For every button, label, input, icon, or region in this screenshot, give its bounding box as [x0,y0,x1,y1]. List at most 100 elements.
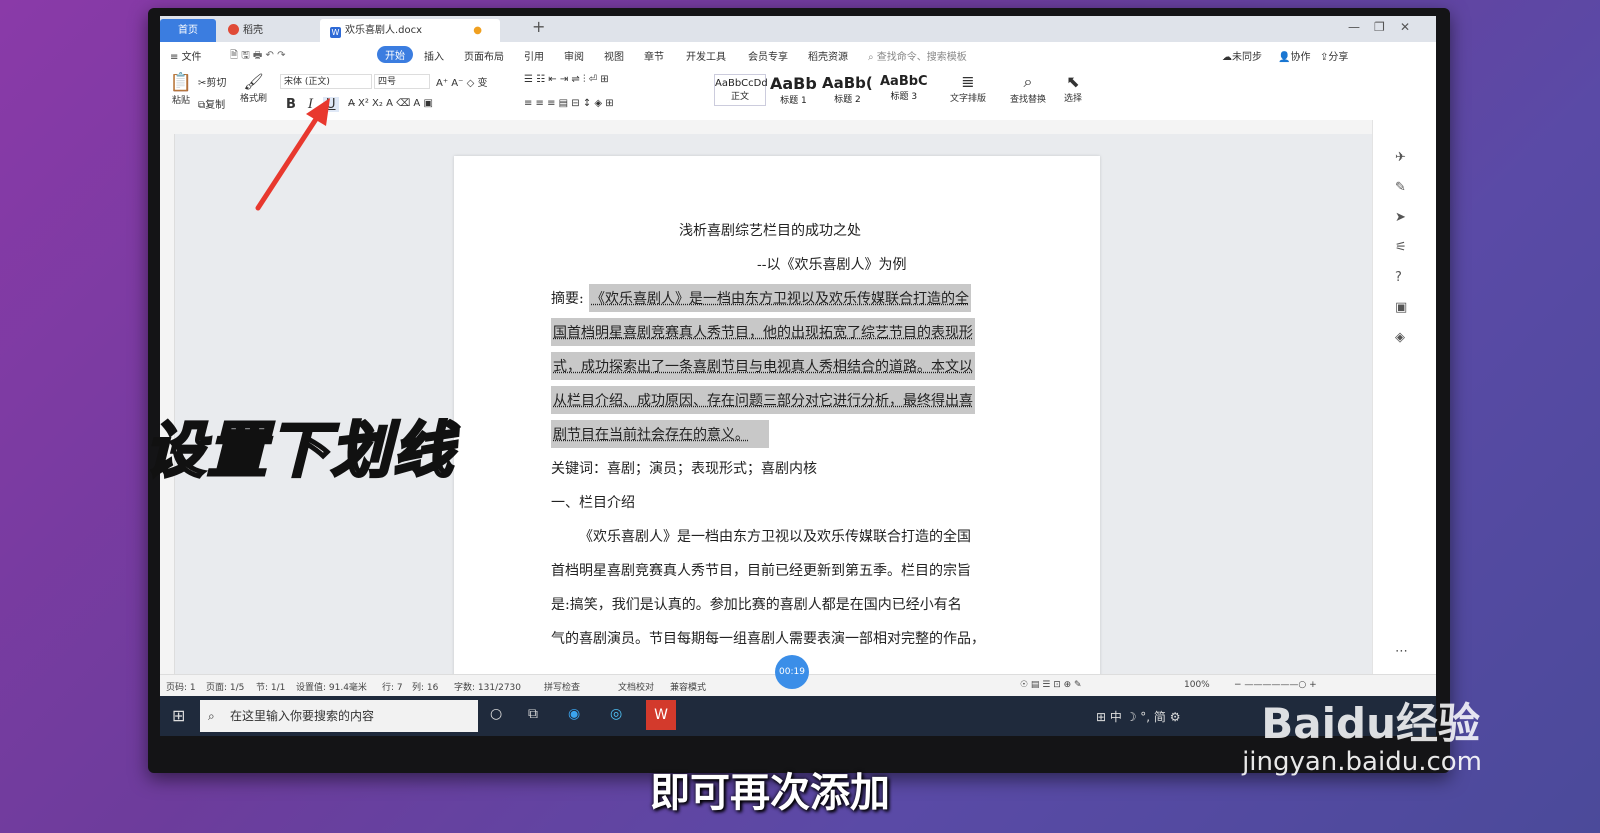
ribbon: 📋 粘贴 ✂剪切 ⧉复制 🖌 格式刷 宋体 (正文) 四号 A⁺ A⁻ ◇ 变 B … [160,68,1436,121]
collab-button[interactable]: 👤协作 [1278,48,1310,63]
quick-access-icons[interactable]: 🗎 🖫 🖶 ↶ ↷ [230,48,285,65]
text-layout-icon: ≣ [961,72,975,91]
keywords-line: 关键词：喜剧；演员；表现形式；喜剧内核 [551,461,817,477]
style-normal[interactable]: AaBbCcDd 正文 [714,74,768,106]
tab-daoke[interactable]: 稻壳 [218,19,318,42]
taskbar-search-label: 在这里输入你要搜索的内容 [230,709,375,723]
font-size-select[interactable]: 四号 [374,74,430,89]
menu-file-label: 文件 [181,52,202,63]
tab-home[interactable]: 首页 [160,19,216,42]
horizontal-ruler[interactable] [160,120,1436,135]
abstract-label: 摘要: [551,291,584,307]
abstract-line: 从栏目介绍、成功原因、存在问题三部分对它进行分析，最终得出喜 [551,386,975,414]
document-page[interactable]: 浅析喜剧综艺栏目的成功之处 --以《欢乐喜剧人》为例 摘要: 《欢乐喜剧人》是一… [454,156,1100,674]
zoom-level[interactable]: 100% [1184,680,1210,690]
status-setting: 设置值: 91.4毫米 [296,683,367,693]
font-name-select[interactable]: 宋体 (正文) [280,74,372,89]
list-icons[interactable]: ☰ ☷ ⇤ ⇥ ⇌ ⫶ ⏎ ⊞ [524,74,609,85]
help-icon[interactable]: ? [1395,270,1402,285]
windows-taskbar: ⊞ ⌕ 在这里输入你要搜索的内容 ○ ⧉ ◉ ◎ W ⊞ 中 ☽ °, 简 ⚙ [160,696,1436,736]
taskbar-search[interactable]: ⌕ 在这里输入你要搜索的内容 [200,700,478,732]
style-heading2[interactable]: AaBb( 标题 2 [822,74,873,105]
align-icons[interactable]: ≡ ≡ ≡ ▤ ⊟ ↕ ◈ ⊞ [524,98,614,109]
select-button[interactable]: ⬉ 选择 [1064,72,1082,104]
image-icon[interactable]: ▣ [1395,300,1407,315]
baidu-watermark: Baidu经验 [1261,699,1480,748]
restore-button[interactable]: ❐ [1374,20,1385,34]
sync-button[interactable]: ☁未同步 [1222,48,1262,63]
menu-chapter[interactable]: 章节 [644,48,664,63]
share-label: 分享 [1328,52,1349,63]
new-tab-button[interactable]: + [532,17,545,36]
compat-mode: 兼容模式 [670,683,707,693]
doc-proof[interactable]: 文档校对 [618,680,654,693]
pen-icon[interactable]: ✎ [1395,180,1406,195]
cut-button[interactable]: ✂剪切 [198,74,226,89]
menu-insert[interactable]: 插入 [424,48,444,63]
style-heading3-preview: AaBbC [880,74,928,89]
menu-review[interactable]: 审阅 [564,48,584,63]
text-layout-label: 文字排版 [950,94,987,104]
find-replace-button[interactable]: ⌕ 查找替换 [1010,72,1046,105]
share-button[interactable]: ⇪分享 [1320,48,1348,63]
daoke-icon [228,24,239,35]
windows-start-icon[interactable]: ⊞ [172,706,185,725]
menu-view[interactable]: 视图 [604,48,624,63]
command-search[interactable]: ⌕ 查找命令、搜索模板 [868,48,967,63]
magnifier-icon: ⌕ [1023,72,1033,91]
menu-devtools[interactable]: 开发工具 [686,48,726,63]
menu-start[interactable]: 开始 [377,46,413,63]
section-heading: 一、栏目介绍 [551,495,635,511]
style-heading1[interactable]: AaBb 标题 1 [770,74,817,106]
wps-taskbar-icon[interactable]: W [646,700,676,730]
brush-icon: 🖌 [243,72,264,91]
body-line: 是:搞笑，我们是认真的。参加比赛的喜剧人都是在国内已经小有名 [551,597,962,613]
status-words[interactable]: 字数: 131/2730 [454,680,521,693]
copy-label: 复制 [205,100,226,111]
cortana-icon[interactable]: ○ [490,706,502,722]
task-view-icon[interactable]: ⧉ [528,706,538,722]
minimize-button[interactable]: — [1348,20,1360,34]
copy-button[interactable]: ⧉复制 [198,96,225,111]
style-heading2-preview: AaBb( [822,74,873,92]
command-search-label: 查找命令、搜索模板 [876,52,967,63]
edge-icon[interactable]: ◉ [568,706,580,722]
status-page: 页码: 1 [166,683,196,693]
style-normal-preview: AaBbCcDd [715,78,768,89]
font-effects-icons[interactable]: A̶ X² X₂ A ⌫ A ▣ [348,98,433,109]
more-icon[interactable]: ⋯ [1395,644,1408,659]
menu-bar: ≡ 文件 🗎 🖫 🖶 ↶ ↷ 开始 插入 页面布局 引用 审阅 视图 章节 开发… [160,42,1436,69]
menu-reference[interactable]: 引用 [524,48,544,63]
status-col: 列: 16 [412,683,439,693]
video-subtitle: 即可再次添加 [650,770,890,816]
rocket-icon[interactable]: ✈ [1395,150,1406,165]
find-replace-label: 查找替换 [1010,95,1047,105]
browser-icon[interactable]: ◎ [610,706,622,722]
style-heading3-label: 标题 3 [890,92,918,102]
paste-button[interactable]: 📋 粘贴 [168,72,194,106]
style-heading3[interactable]: AaBbC 标题 3 [880,74,928,102]
menu-daoke-resources[interactable]: 稻壳资源 [808,48,848,63]
menu-layout[interactable]: 页面布局 [464,48,504,63]
tab-dot-icon: ● [473,25,482,36]
view-mode-icons[interactable]: ☉ ▤ ☰ ⊡ ⊕ ✎ [1020,680,1082,690]
document-icon: W [330,27,341,38]
menu-file[interactable]: ≡ 文件 [170,48,202,63]
search-icon: ⌕ [868,52,874,63]
text-layout-button[interactable]: ≣ 文字排版 [950,72,986,104]
tray-icons[interactable]: ⊞ 中 ☽ °, 简 ⚙ [1096,708,1181,725]
style-heading2-label: 标题 2 [834,95,861,105]
pointer-icon[interactable]: ➤ [1395,210,1406,225]
zoom-slider[interactable]: − ——————○ + [1234,680,1317,690]
menu-member[interactable]: 会员专享 [748,48,788,63]
grow-font-icon[interactable]: A⁺ A⁻ ◇ 变 [436,74,487,89]
close-button[interactable]: ✕ [1400,20,1410,34]
collab-label: 协作 [1290,52,1311,63]
tab-document[interactable]: W 欢乐喜剧人.docx ● [320,19,500,42]
style-gallery: AaBbCcDd 正文 AaBb 标题 1 AaBb( 标题 2 AaBbC 标题 3 [712,70,938,114]
clipboard-icon: 📋 [169,72,193,93]
abstract-line: 国首档明星喜剧竞赛真人秀节目，他的出现拓宽了综艺节目的表现形 [551,318,975,346]
sliders-icon[interactable]: ⚟ [1395,240,1407,255]
location-icon[interactable]: ◈ [1395,330,1405,345]
spell-check[interactable]: 拼写检查 [544,680,580,693]
